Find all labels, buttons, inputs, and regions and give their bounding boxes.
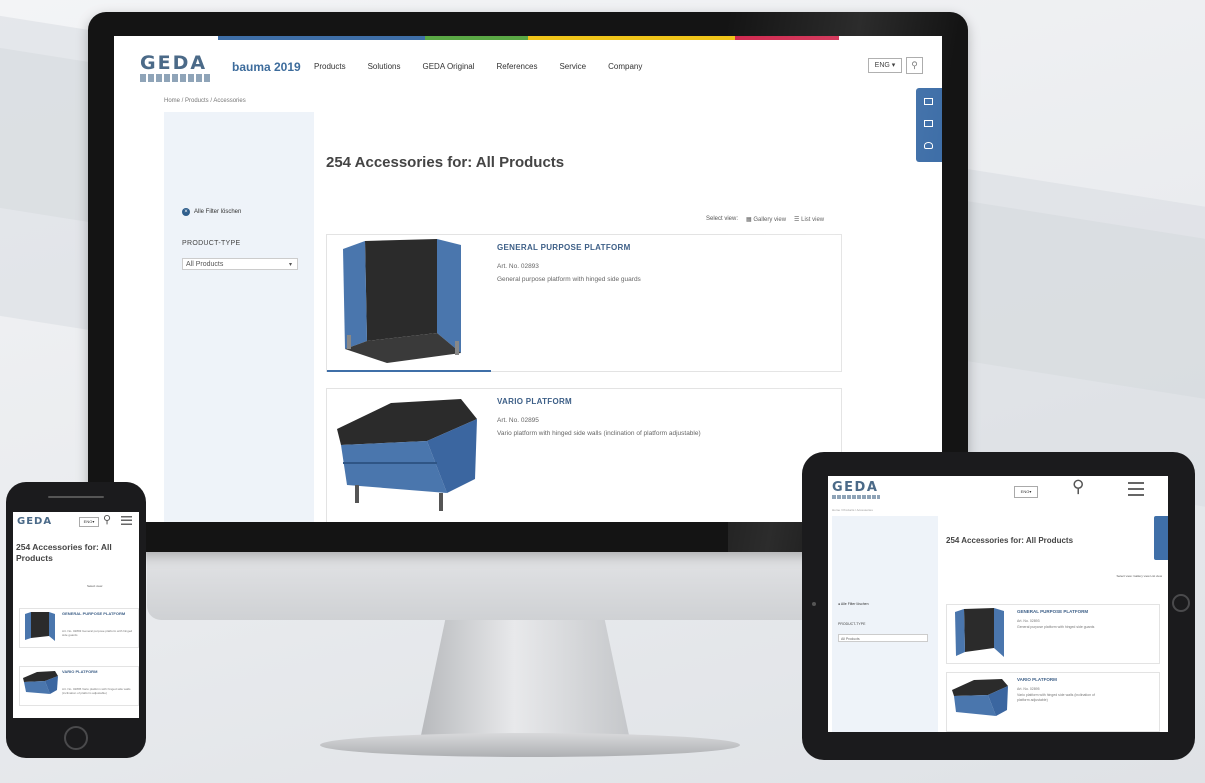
- product-image: [952, 679, 1008, 716]
- product-card[interactable]: GENERAL PURPOSE PLATFORM Art. No. 02893 …: [19, 608, 139, 648]
- nav-item-geda-original[interactable]: GEDA Original: [423, 62, 475, 71]
- search-icon[interactable]: ⚲: [103, 513, 111, 526]
- language-select[interactable]: ENG▾: [79, 517, 99, 527]
- product-card[interactable]: VARIO PLATFORM Art. No. 02895 Vario plat…: [19, 666, 139, 706]
- geda-logo[interactable]: GEDA: [140, 52, 207, 74]
- breadcrumb: Home / Products / Accessories: [164, 98, 246, 104]
- bauma-link[interactable]: bauma 2019: [232, 60, 301, 74]
- filter-sidebar: × Alle Filter löschen PRODUCT-TYPE All P…: [164, 112, 314, 522]
- mail-icon[interactable]: [924, 98, 933, 105]
- product-description: General purpose platform with hinged sid…: [1017, 625, 1095, 629]
- product-description: Art. No. 02893 General purpose platform …: [62, 629, 133, 637]
- product-description: Vario platform with hinged side walls (i…: [497, 430, 701, 437]
- view-switch-label: Select view:: [706, 216, 739, 222]
- product-image: [23, 671, 58, 694]
- nav-item-company[interactable]: Company: [608, 62, 642, 71]
- hamburger-menu-icon[interactable]: [121, 516, 132, 525]
- home-button[interactable]: [64, 726, 88, 750]
- product-card[interactable]: GENERAL PURPOSE PLATFORM Art. No. 02893 …: [326, 234, 842, 372]
- gallery-view-toggle[interactable]: ▦ Gallery view: [746, 216, 786, 223]
- page-title: 254 Accessories for: All Products: [326, 154, 565, 171]
- chevron-down-icon: ▾: [288, 262, 292, 268]
- monitor-stand: [420, 620, 630, 740]
- page-title: 254 Accessories for: All Products: [946, 536, 1074, 545]
- geda-logo-subline: [140, 74, 212, 82]
- page-title: 254 Accessories for: All Products: [16, 542, 112, 563]
- product-type-select[interactable]: All Products: [838, 634, 928, 642]
- geda-logo[interactable]: GEDA: [832, 480, 878, 495]
- main-nav: Products Solutions GEDA Original Referen…: [314, 62, 642, 71]
- product-description: Vario platform with hinged side walls (i…: [1017, 693, 1095, 702]
- phone-speaker: [48, 496, 104, 498]
- product-type-select[interactable]: All Products ▾: [182, 258, 298, 270]
- mobile-phone: GEDA ENG▾ ⚲ 254 Accessories for: All Pro…: [6, 482, 146, 758]
- product-title[interactable]: GENERAL PURPOSE PLATFORM: [497, 243, 631, 252]
- product-art-no: Art. No. 02895: [497, 417, 539, 424]
- view-switch[interactable]: Select view:: [87, 584, 103, 588]
- product-description: General purpose platform with hinged sid…: [497, 276, 641, 283]
- filter-toggle-label: Alle Filter löschen: [194, 209, 242, 215]
- language-select[interactable]: ENG▾: [1014, 486, 1038, 498]
- product-description: Art. No. 02895 Vario platform with hinge…: [62, 687, 131, 695]
- lightbulb-icon[interactable]: [924, 142, 933, 149]
- filter-toggle[interactable]: × Alle Filter löschen: [182, 208, 241, 216]
- monitor-chin: [147, 540, 907, 620]
- filter-toggle[interactable]: ● Alle Filter löschen: [838, 602, 869, 606]
- product-card[interactable]: GENERAL PURPOSE PLATFORM Art. No. 02893 …: [946, 604, 1160, 664]
- geda-logo[interactable]: GEDA: [17, 516, 52, 527]
- nav-item-service[interactable]: Service: [559, 62, 586, 71]
- site-header: GEDA bauma 2019 Products Solutions GEDA …: [114, 40, 942, 96]
- nav-item-solutions[interactable]: Solutions: [368, 62, 401, 71]
- product-image: [327, 389, 491, 522]
- phone-screen: GEDA ENG▾ ⚲ 254 Accessories for: All Pro…: [13, 512, 139, 718]
- product-art-no: Art. No. 02893: [497, 263, 539, 270]
- product-title[interactable]: VARIO PLATFORM: [1017, 677, 1057, 682]
- tablet-screen: GEDA ENG▾ ⚲ Home / Products / Accessorie…: [828, 476, 1168, 732]
- list-icon: ☰: [794, 217, 800, 223]
- nav-item-references[interactable]: References: [497, 62, 538, 71]
- breadcrumb: Home / Products / Accessories: [832, 508, 873, 512]
- product-title[interactable]: VARIO PLATFORM: [497, 397, 572, 406]
- side-action-tabs: [1154, 516, 1168, 560]
- product-type-label: PRODUCT-TYPE: [838, 622, 866, 626]
- card-accent-line: [327, 370, 491, 372]
- product-type-label: PRODUCT-TYPE: [182, 240, 241, 247]
- catalog-icon[interactable]: [924, 120, 933, 127]
- product-card[interactable]: VARIO PLATFORM Art. No. 02895 Vario plat…: [946, 672, 1160, 732]
- product-title[interactable]: VARIO PLATFORM: [62, 669, 132, 674]
- view-switch: Select view: ▦ Gallery view ☰ List view: [706, 216, 824, 223]
- list-view-toggle[interactable]: ☰ List view: [794, 216, 824, 223]
- product-art-no: Art. No. 02893: [1017, 619, 1040, 623]
- hamburger-menu-icon[interactable]: [1128, 482, 1144, 496]
- product-title[interactable]: GENERAL PURPOSE PLATFORM: [1017, 609, 1088, 614]
- product-art-no: Art. No. 02895: [1017, 687, 1040, 691]
- product-title[interactable]: GENERAL PURPOSE PLATFORM: [62, 611, 132, 616]
- search-icon[interactable]: ⚲: [1072, 477, 1084, 497]
- tablet-device: GEDA ENG▾ ⚲ Home / Products / Accessorie…: [802, 452, 1195, 760]
- home-button[interactable]: [1172, 594, 1190, 612]
- product-image: [955, 608, 1004, 657]
- grid-icon: ▦: [746, 217, 752, 223]
- close-circle-icon: ×: [182, 208, 190, 216]
- side-action-tabs: [916, 88, 942, 162]
- monitor-stand-base: [320, 733, 740, 757]
- product-card[interactable]: VARIO PLATFORM Art. No. 02895 Vario plat…: [326, 388, 842, 522]
- view-switch[interactable]: Select view: Gallery view List view: [1100, 574, 1162, 578]
- product-image: [327, 235, 491, 369]
- nav-item-products[interactable]: Products: [314, 62, 346, 71]
- tablet-camera: [812, 602, 816, 606]
- product-image: [25, 612, 55, 641]
- language-select[interactable]: ENG ▾: [868, 58, 902, 73]
- geda-logo-subline: [832, 495, 880, 499]
- desktop-screen: GEDA bauma 2019 Products Solutions GEDA …: [114, 36, 942, 522]
- search-icon[interactable]: ⚲: [906, 57, 923, 74]
